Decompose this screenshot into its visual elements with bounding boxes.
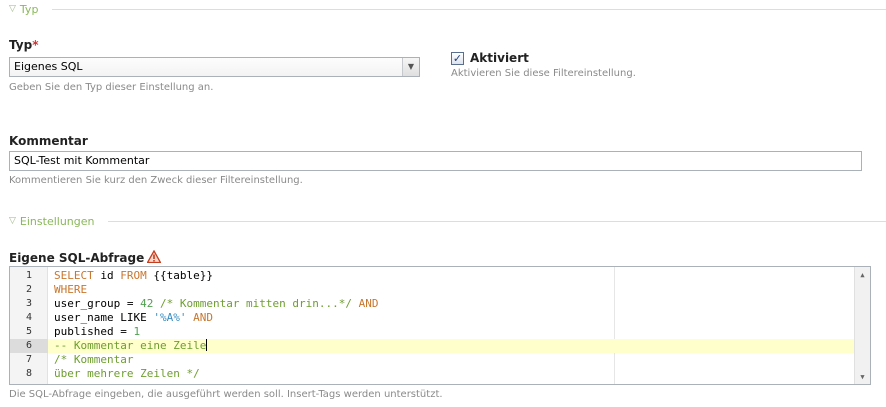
typ-select-value: Eigenes SQL [14, 60, 83, 73]
aktiviert-label[interactable]: Aktiviert [470, 51, 529, 65]
line-number: 8 [25, 368, 33, 379]
code-token: WHERE [54, 283, 88, 296]
typ-label: Typ* [9, 38, 39, 52]
chevron-down-icon[interactable]: ▼ [402, 58, 419, 76]
kommentar-label: Kommentar [9, 134, 88, 148]
code-token: {{table}} [146, 269, 213, 282]
code-text: user_name LIKE '%A%' AND [54, 311, 213, 325]
aktiviert-help: Aktivieren Sie diese Filtereinstellung. [451, 68, 636, 79]
typ-help: Geben Sie den Typ dieser Einstellung an. [9, 82, 214, 93]
line-number: 6 [10, 339, 48, 353]
line-number: 1 [25, 270, 33, 281]
code-line[interactable]: 4 user_name LIKE '%A%' AND [10, 311, 854, 325]
line-number: 5 [25, 326, 33, 337]
line-number: 3 [25, 298, 33, 309]
collapse-triangle-icon: ▽ [9, 4, 16, 14]
aktiviert-checkbox[interactable]: ✓ [451, 52, 464, 65]
code-token: user_name LIKE [54, 311, 154, 324]
checkmark-icon: ✓ [452, 52, 463, 65]
kommentar-input[interactable]: SQL-Test mit Kommentar [9, 151, 862, 171]
code-token: FROM [120, 269, 147, 282]
code-token: published = [54, 325, 134, 338]
code-token: /* Kommentar [54, 353, 134, 366]
kommentar-help: Kommentieren Sie kurz den Zweck dieser F… [9, 175, 303, 186]
code-line[interactable]: 5 published = 1 [10, 325, 854, 339]
code-line[interactable]: 7 /* Kommentar [10, 353, 854, 367]
section-legend-typ[interactable]: ▽ Typ [9, 2, 38, 16]
line-number: 2 [25, 284, 33, 295]
sql-label: Eigene SQL-Abfrage [9, 250, 162, 265]
code-line[interactable]: 6 -- Kommentar eine Zeile [10, 339, 854, 353]
code-token: user_group = [54, 297, 141, 310]
code-text: WHERE [54, 283, 87, 297]
text-cursor [206, 339, 208, 351]
code-token: SELECT [54, 269, 94, 282]
section-title-einstellungen: Einstellungen [19, 214, 95, 228]
sql-help: Die SQL-Abfrage eingeben, die ausgeführt… [9, 389, 443, 400]
collapse-triangle-icon: ▽ [9, 216, 16, 226]
code-token: 1 [133, 325, 141, 338]
code-text: -- Kommentar eine Zeile [54, 339, 208, 353]
code-token: AND [358, 297, 379, 310]
code-line[interactable]: 1 SELECT id FROM {{table}} [10, 269, 854, 283]
code-text: published = 1 [54, 325, 140, 339]
code-text: SELECT id FROM {{table}} [54, 269, 213, 283]
kommentar-input-value: SQL-Test mit Kommentar [14, 154, 150, 167]
code-text: user_group = 42 /* Kommentar mitten drin… [54, 297, 379, 311]
section-title-typ: Typ [19, 2, 39, 16]
code-token: '%A%' [153, 311, 187, 324]
section-divider [108, 221, 886, 222]
scroll-down-icon[interactable]: ▼ [855, 369, 870, 384]
code-token: id [93, 269, 121, 282]
typ-select[interactable]: Eigenes SQL ▼ [9, 57, 420, 77]
code-text: über mehrere Zeilen */ [54, 367, 200, 381]
code-line[interactable]: 2 WHERE [10, 283, 854, 297]
code-line[interactable]: 8 über mehrere Zeilen */ [10, 367, 854, 381]
code-token: -- Kommentar eine Zeile [54, 339, 207, 352]
scroll-up-icon[interactable]: ▲ [855, 267, 870, 282]
required-marker: * [32, 38, 39, 52]
code-token: über mehrere Zeilen */ [54, 367, 200, 380]
code-line[interactable]: 3 user_group = 42 /* Kommentar mitten dri… [10, 297, 854, 311]
code-token: /* Kommentar mitten drin...*/ [159, 297, 353, 310]
code-token: 42 [140, 297, 154, 310]
line-number: 7 [25, 354, 33, 365]
code-text: /* Kommentar [54, 353, 133, 367]
vertical-scrollbar[interactable]: ▲ ▼ [854, 267, 870, 384]
warning-icon [147, 250, 162, 263]
sql-code-editor[interactable]: 1 SELECT id FROM {{table}} 2 WHERE 3 user_gro… [9, 266, 871, 385]
code-token: AND [193, 311, 213, 324]
section-divider [52, 9, 886, 10]
line-number: 4 [25, 312, 33, 323]
section-legend-einstellungen[interactable]: ▽ Einstellungen [9, 214, 95, 228]
